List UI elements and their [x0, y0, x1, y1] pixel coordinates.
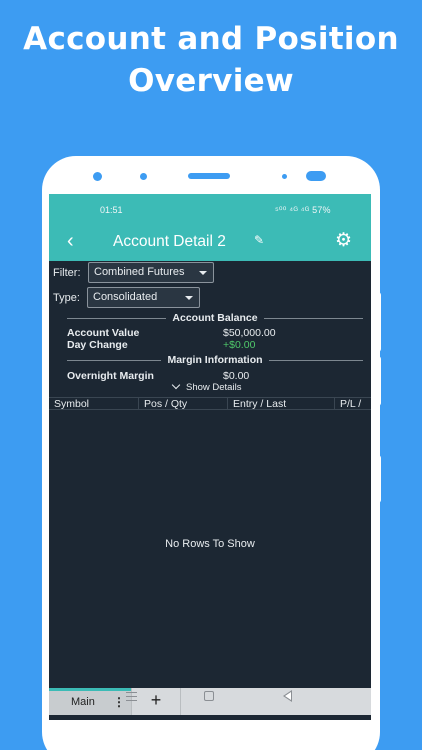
grid-empty-message: No Rows To Show — [165, 538, 255, 550]
margin-title: Margin Information — [161, 354, 269, 366]
type-select-value: Consolidated — [93, 291, 158, 303]
account-value-label: Account Value — [67, 327, 140, 339]
filter-select[interactable]: Combined Futures — [88, 262, 214, 283]
status-time: 01:51 — [100, 205, 123, 215]
phone-frame: 01:51 ⁵⁰⁰ ⁴ᴳ ⁴ᴳ 57% ‹ Account Detail 2 ✎… — [42, 156, 380, 750]
filter-select-value: Combined Futures — [94, 266, 185, 278]
recent-apps-icon[interactable] — [126, 692, 137, 701]
column-header-symbol[interactable]: Symbol — [49, 398, 139, 410]
show-details-button[interactable]: Show Details — [171, 380, 242, 393]
chevron-down-icon — [171, 380, 181, 390]
show-details-label: Show Details — [186, 382, 242, 393]
type-label: Type: — [53, 292, 80, 304]
day-change-label: Day Change — [67, 339, 128, 351]
phone-camera — [306, 171, 326, 181]
chevron-down-icon — [185, 296, 193, 300]
phone-sensor-dot — [93, 172, 102, 181]
phone-sensor-dot — [140, 173, 147, 180]
app-screen: 01:51 ⁵⁰⁰ ⁴ᴳ ⁴ᴳ 57% ‹ Account Detail 2 ✎… — [49, 194, 371, 720]
headline: Account and Position Overview — [0, 18, 422, 102]
headline-line-1: Account and Position — [23, 21, 399, 57]
status-bar: 01:51 ⁵⁰⁰ ⁴ᴳ ⁴ᴳ 57% — [49, 194, 371, 224]
type-select[interactable]: Consolidated — [87, 287, 200, 308]
app-bar: ‹ Account Detail 2 ✎ ⚙ — [49, 224, 371, 261]
back-nav-icon[interactable] — [283, 690, 292, 702]
margin-heading: Margin Information — [67, 354, 363, 366]
edit-icon[interactable]: ✎ — [254, 233, 264, 247]
gear-icon[interactable]: ⚙ — [335, 230, 352, 252]
account-balance-heading: Account Balance — [67, 312, 363, 324]
system-nav-bar — [42, 682, 380, 712]
chevron-down-icon — [199, 271, 207, 275]
positions-grid-header: Symbol Pos / Qty Entry / Last P/L / — [49, 397, 371, 410]
column-header-pl[interactable]: P/L / — [335, 398, 371, 410]
status-icons: ⁵⁰⁰ ⁴ᴳ ⁴ᴳ 57% — [275, 205, 331, 215]
home-icon[interactable] — [204, 691, 214, 701]
day-change-value: +$0.00 — [223, 339, 256, 351]
column-header-entry-last[interactable]: Entry / Last — [228, 398, 335, 410]
account-balance-title: Account Balance — [166, 312, 264, 324]
phone-speaker — [188, 173, 230, 179]
overnight-margin-label: Overnight Margin — [67, 370, 154, 382]
back-icon[interactable]: ‹ — [67, 230, 74, 252]
page-title: Account Detail 2 — [113, 233, 226, 250]
account-value: $50,000.00 — [223, 327, 276, 339]
phone-sensor-dot — [282, 174, 287, 179]
column-header-pos-qty[interactable]: Pos / Qty — [139, 398, 228, 410]
filter-label: Filter: — [53, 267, 81, 279]
headline-line-2: Overview — [128, 63, 294, 99]
overnight-margin-value: $0.00 — [223, 370, 250, 382]
